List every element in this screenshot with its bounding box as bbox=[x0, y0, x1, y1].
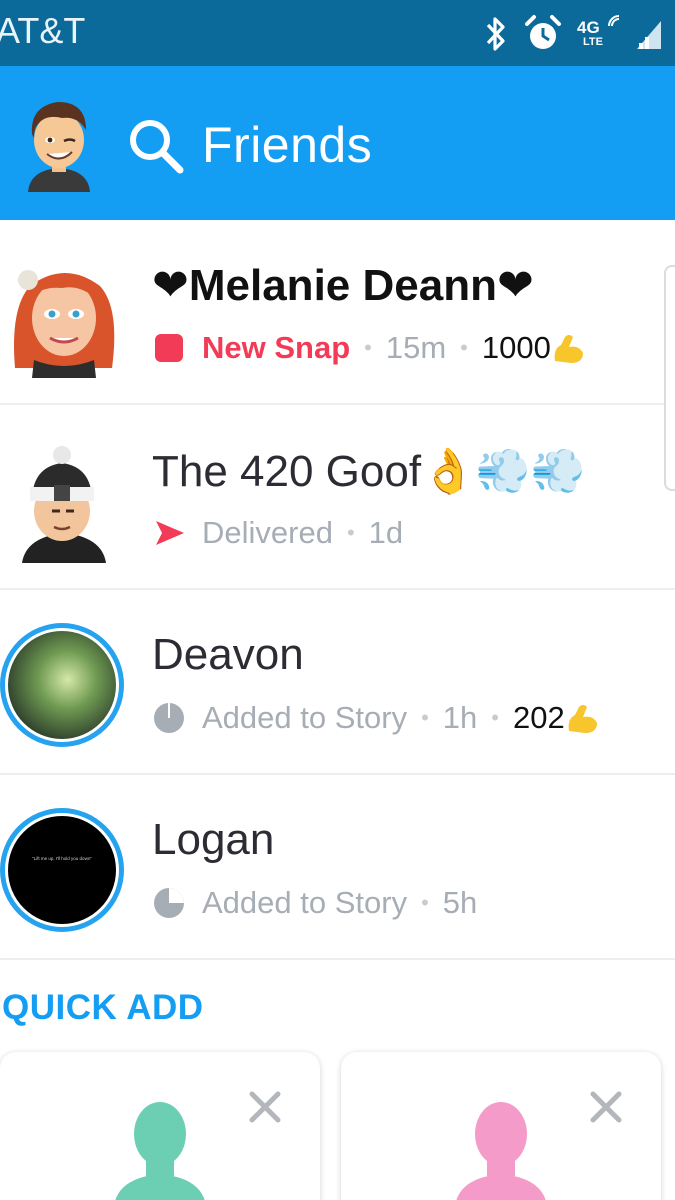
friend-row[interactable]: ❤Melanie Deann❤ New Snap • 15m • 1000 bbox=[0, 220, 675, 405]
status-text: Added to Story bbox=[202, 885, 408, 920]
person-silhouette-icon bbox=[115, 1102, 205, 1200]
quick-add-card[interactable] bbox=[341, 1052, 661, 1200]
bitmoji-avatar[interactable] bbox=[20, 94, 98, 192]
time-label: 1h bbox=[442, 700, 478, 735]
friend-name: The 420 Goof👌💨💨 bbox=[152, 447, 586, 496]
signal-icon bbox=[637, 21, 661, 49]
quick-add-card[interactable] bbox=[0, 1052, 320, 1200]
friend-name: Logan bbox=[152, 815, 275, 864]
bitmoji-avatar bbox=[14, 270, 115, 378]
carrier-label: AT&T bbox=[0, 10, 86, 51]
friend-status: Added to Story • 5h bbox=[152, 883, 477, 923]
status-text: New Snap bbox=[202, 330, 351, 365]
4g-lte-icon: 4G LTE bbox=[577, 14, 621, 54]
friend-status: Added to Story • 1h • 202 bbox=[152, 698, 599, 738]
streak-count: 202 bbox=[512, 700, 565, 735]
scrollbar[interactable] bbox=[664, 265, 675, 491]
sent-arrow-icon bbox=[156, 521, 184, 545]
friend-name: ❤Melanie Deann❤ bbox=[152, 261, 534, 310]
time-label: 15m bbox=[385, 330, 447, 365]
quick-add-heading: QUICK ADD bbox=[2, 988, 204, 1027]
page-title[interactable]: Friends bbox=[202, 116, 372, 174]
friend-status: Delivered • 1d bbox=[152, 513, 403, 553]
story-caption: "Lift me up, I'll hold you down" bbox=[32, 856, 92, 861]
status-text: Delivered bbox=[202, 515, 333, 550]
story-thumbnail[interactable]: "Lift me up, I'll hold you down" bbox=[0, 803, 130, 933]
filled-square-icon bbox=[155, 334, 183, 362]
alarm-icon bbox=[525, 15, 561, 49]
bluetooth-icon bbox=[486, 17, 505, 51]
story-thumbnail[interactable] bbox=[0, 618, 130, 748]
separator-dot: • bbox=[421, 705, 429, 730]
story-progress-icon bbox=[154, 703, 184, 733]
search-icon[interactable] bbox=[126, 116, 186, 176]
separator-dot: • bbox=[346, 520, 355, 545]
bitmoji-avatar bbox=[22, 446, 106, 563]
story-progress-icon bbox=[154, 888, 184, 918]
network-sub-label: LTE bbox=[583, 36, 603, 48]
friend-row[interactable]: The 420 Goof👌💨💨 Delivered • 1d bbox=[0, 405, 675, 590]
friend-list: ❤Melanie Deann❤ New Snap • 15m • 1000 Th… bbox=[0, 220, 675, 960]
close-icon[interactable] bbox=[589, 1090, 623, 1124]
separator-dot: • bbox=[421, 890, 429, 915]
person-silhouette-icon bbox=[456, 1102, 546, 1200]
network-type-label: 4G bbox=[577, 18, 600, 37]
friend-name: Deavon bbox=[152, 630, 304, 679]
close-icon[interactable] bbox=[248, 1090, 282, 1124]
friends-header: Friends bbox=[0, 66, 675, 220]
status-text: Added to Story bbox=[202, 700, 408, 735]
flexed-biceps-emoji bbox=[568, 705, 597, 733]
separator-dot: • bbox=[460, 335, 468, 360]
time-label: 1d bbox=[368, 515, 404, 550]
friend-row[interactable]: "Lift me up, I'll hold you down" Logan A… bbox=[0, 775, 675, 960]
separator-dot: • bbox=[491, 705, 499, 730]
separator-dot: • bbox=[364, 335, 372, 360]
status-bar: AT&T 4G LTE bbox=[0, 0, 675, 66]
friend-row[interactable]: Deavon Added to Story • 1h • 202 bbox=[0, 590, 675, 775]
flexed-biceps-emoji bbox=[554, 335, 583, 363]
time-label: 5h bbox=[442, 885, 478, 920]
friend-status: New Snap • 15m • 1000 bbox=[152, 328, 585, 368]
status-icons: 4G LTE bbox=[483, 12, 663, 56]
streak-count: 1000 bbox=[481, 330, 551, 365]
